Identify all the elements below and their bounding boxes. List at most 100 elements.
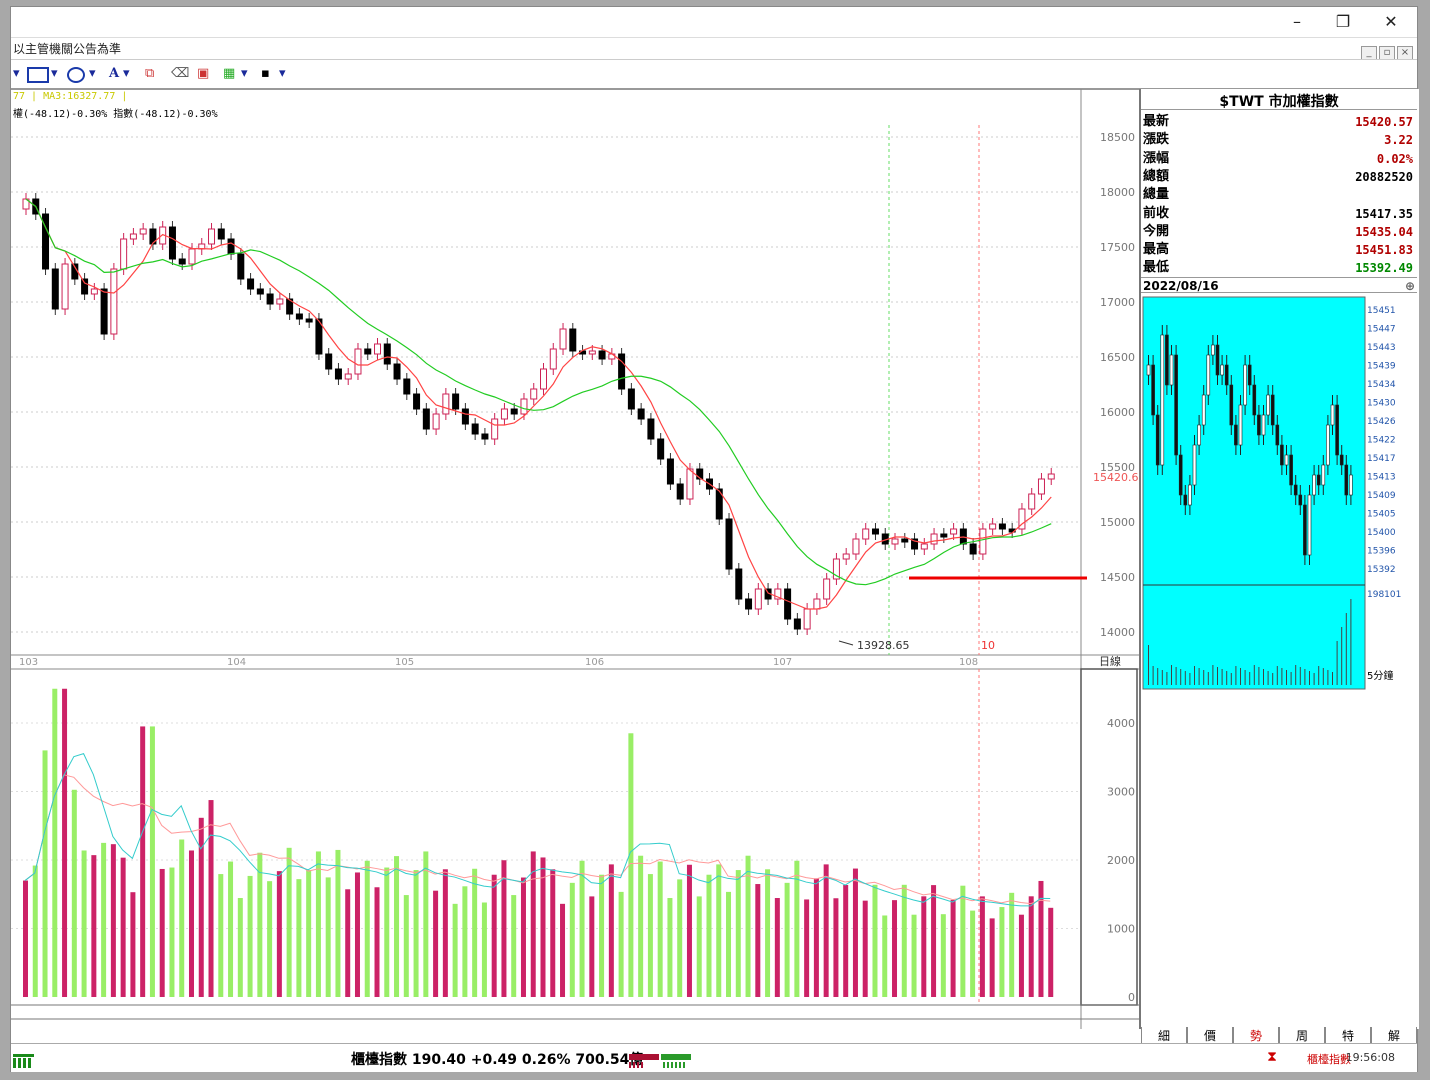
volume-bar: [462, 886, 468, 997]
price-tick: 18500: [1100, 131, 1135, 144]
rectangle-tool-icon[interactable]: [27, 67, 49, 83]
volume-ma-long: [24, 774, 1051, 905]
quote-row: 今開 15435.04: [1143, 223, 1415, 241]
intraday-candle: [1252, 384, 1257, 416]
candle: [227, 238, 235, 255]
rectangle-dropdown-icon[interactable]: ▾: [51, 66, 58, 82]
candle: [247, 278, 255, 290]
candle: [129, 233, 137, 240]
intraday-period[interactable]: 5分鐘: [1367, 669, 1393, 682]
save-dropdown-icon[interactable]: ▾: [279, 66, 286, 82]
kline-chart[interactable]: 1850018000175001700016500160001550015000…: [11, 89, 1139, 1029]
intraday-candle: [1312, 474, 1316, 496]
volume-bar: [1028, 896, 1034, 997]
date-tick: 106: [585, 657, 604, 668]
candle: [842, 553, 850, 560]
candle: [666, 458, 674, 485]
date-tick: 105: [395, 657, 414, 668]
intraday-candle: [1183, 494, 1188, 506]
candle: [569, 328, 577, 352]
intraday-chart[interactable]: 15451 15447 15443 15439 15434 15430 15426 15422…: [1141, 295, 1417, 695]
candle: [276, 298, 284, 305]
intraday-candle: [1321, 464, 1326, 486]
volume-bar: [81, 850, 87, 997]
mdi-restore-icon[interactable]: ▫: [1379, 46, 1395, 60]
low-label: 13928.65: [857, 639, 910, 652]
period-label[interactable]: 日線: [1099, 654, 1121, 668]
intraday-tick: 15392: [1367, 565, 1396, 575]
candle: [979, 528, 987, 555]
candle: [510, 408, 518, 415]
volume-bar: [599, 874, 605, 997]
volume-bar: [843, 885, 849, 997]
mdi-minimize-icon[interactable]: _: [1361, 46, 1377, 60]
paste-tool-icon[interactable]: ▣: [197, 66, 209, 82]
intraday-tick: 15447: [1367, 325, 1396, 335]
title-bar: – ❐ ✕: [11, 7, 1417, 37]
candle: [364, 348, 372, 355]
volume-bar: [1018, 914, 1024, 997]
hourglass-icon: ⧗: [1267, 1049, 1277, 1065]
color-dropdown-icon[interactable]: ▾: [241, 66, 248, 82]
intraday-candle: [1155, 414, 1160, 466]
clock: 19:56:08: [1345, 1051, 1395, 1064]
expand-icon[interactable]: ⊕: [1405, 278, 1415, 294]
minimize-button[interactable]: –: [1277, 11, 1317, 33]
save-icon[interactable]: ▪: [261, 66, 270, 82]
price-tick: 15000: [1100, 516, 1135, 529]
quote-value: 0.02%: [1376, 151, 1413, 166]
text-tool-icon[interactable]: A: [109, 66, 119, 82]
intraday-candle: [1238, 404, 1243, 446]
candle: [471, 423, 479, 435]
volume-bar: [852, 868, 858, 997]
intraday-candle: [1335, 404, 1339, 456]
quote-date-text: 2022/08/16: [1143, 279, 1219, 293]
ticker-label[interactable]: 櫃檯指數: [1307, 1051, 1351, 1067]
candle: [354, 348, 362, 375]
candle: [784, 588, 792, 620]
candle: [530, 388, 538, 400]
volume-bar: [315, 851, 321, 997]
volume-bar: [569, 882, 575, 997]
volume-bar: [755, 884, 761, 997]
quote-row: 最高 15451.83: [1143, 241, 1415, 259]
ellipse-dropdown-icon[interactable]: ▾: [89, 66, 96, 82]
volume-bar: [794, 860, 800, 997]
restore-button[interactable]: ❐: [1323, 11, 1363, 33]
candle: [862, 528, 870, 540]
line-tool-dropdown-icon[interactable]: ▾: [13, 66, 20, 82]
main-chart-area[interactable]: 77 | MA3:16327.77 | 權(-48.12)-0.30% 指數(-…: [11, 89, 1139, 1029]
volume-bar: [247, 875, 253, 997]
ellipse-tool-icon[interactable]: [67, 67, 85, 83]
candle: [930, 533, 938, 545]
candle: [208, 228, 216, 245]
intraday-candle: [1275, 424, 1280, 446]
price-tick: 17000: [1100, 296, 1135, 309]
ma-long-line: [25, 198, 1052, 586]
quote-label: 總額: [1143, 168, 1170, 184]
color-grid-icon[interactable]: ▦: [223, 66, 235, 82]
text-dropdown-icon[interactable]: ▾: [123, 66, 130, 82]
quote-row: 最低 15392.49: [1143, 259, 1415, 277]
intraday-candle: [1280, 444, 1284, 466]
date-tick: 104: [227, 657, 246, 668]
volume-bar: [638, 855, 644, 997]
quote-row: 前收 15417.35: [1143, 205, 1415, 223]
volume-bar: [970, 910, 976, 997]
volume-bar: [999, 907, 1005, 997]
intraday-tick: 15396: [1367, 547, 1396, 557]
quote-value: 15451.83: [1355, 243, 1413, 258]
volume-bar: [882, 915, 888, 997]
volume-tick: 0: [1128, 991, 1135, 1004]
price-tick: 18000: [1100, 186, 1135, 199]
eraser-tool-icon[interactable]: ⌫: [171, 66, 189, 82]
copy-tool-icon[interactable]: ⧉: [145, 66, 154, 82]
mdi-close-icon[interactable]: ×: [1397, 46, 1413, 60]
volume-bar: [267, 881, 273, 997]
intraday-candle: [1307, 494, 1312, 556]
volume-bar: [179, 839, 185, 997]
close-button[interactable]: ✕: [1371, 11, 1411, 33]
volume-tick: 1000: [1107, 923, 1135, 936]
volume-bar: [716, 864, 722, 997]
candle: [61, 263, 69, 310]
